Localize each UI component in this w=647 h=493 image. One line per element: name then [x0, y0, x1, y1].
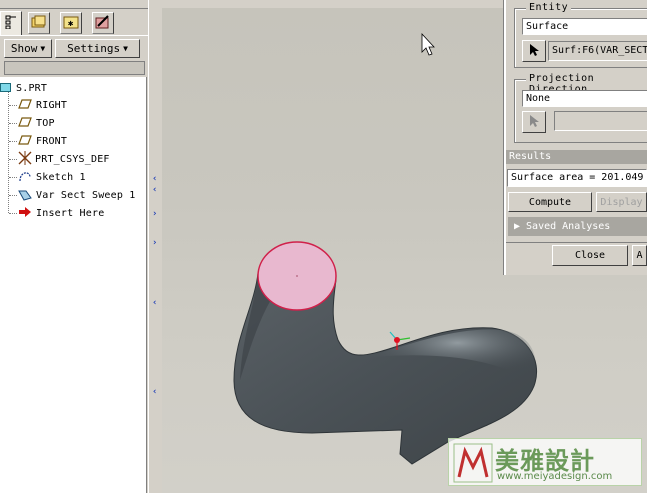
settings-button-label: Settings [67, 42, 121, 55]
watermark-logo: 美雅設計 www.meiyadesign.com [448, 438, 642, 486]
datum-plane-icon [18, 116, 32, 131]
mouse-cursor-icon [421, 32, 435, 56]
tree-item-label: RIGHT [36, 100, 68, 111]
sweep-icon [18, 187, 32, 204]
collapse-left-icon: ‹ [152, 298, 158, 308]
tree-item-label: FRONT [36, 136, 68, 147]
arrow-cursor-icon [528, 114, 540, 131]
saved-analyses-expander[interactable]: ▶ Saved Analyses [508, 217, 647, 236]
display-button[interactable]: Display [596, 192, 647, 212]
select-entity-button[interactable] [522, 40, 546, 62]
tree-branch [9, 123, 17, 124]
datum-plane-icon [18, 134, 32, 149]
watermark-url: www.meiyadesign.com [497, 471, 613, 482]
tree-item-label: Insert Here [36, 208, 105, 219]
tab-row-divider [0, 35, 148, 36]
show-button[interactable]: Show ▼ [4, 39, 52, 58]
tree-filter-bar[interactable] [4, 61, 145, 75]
direction-reference-field[interactable] [554, 111, 647, 131]
tree-item-front[interactable]: FRONT [18, 133, 67, 150]
tree-item-insert-here[interactable]: Insert Here [18, 205, 104, 222]
svg-text:✱: ✱ [68, 19, 74, 29]
tree-branch [9, 195, 17, 196]
insert-arrow-icon [18, 206, 32, 221]
tree-item-label: Sketch 1 [36, 172, 86, 183]
tree-item-label: S.PRT [16, 83, 48, 94]
tree-item-label: TOP [36, 118, 55, 129]
connections-icon [94, 14, 112, 33]
collapse-left-icon: ‹ [152, 185, 158, 195]
entity-group-title: Entity [526, 2, 572, 13]
tab-model-tree[interactable] [0, 11, 22, 35]
selected-surface-cap[interactable] [257, 241, 337, 311]
tree-item-label: PRT_CSYS_DEF [35, 154, 110, 165]
tree-branch [9, 105, 17, 106]
tab-favorites[interactable]: ✱ [60, 12, 82, 34]
tree-item-label: Var Sect Sweep 1 [36, 190, 136, 201]
tree-item-csys[interactable]: PRT_CSYS_DEF [18, 151, 110, 168]
datum-plane-icon [18, 98, 32, 113]
projection-direction-select[interactable]: None [522, 90, 647, 107]
tree-branch [9, 177, 17, 178]
coordinate-system-icon [18, 151, 32, 168]
collapse-left-icon: ‹ [152, 387, 158, 397]
dropdown-arrow-icon: ▼ [123, 44, 128, 53]
settings-button[interactable]: Settings ▼ [55, 39, 140, 58]
result-value-field: Surface area = 201.049 [507, 169, 647, 187]
tree-item-root-part[interactable]: S.PRT [0, 80, 47, 97]
top-toolbar-strip [0, 0, 160, 9]
expand-triangle-icon: ▶ [514, 221, 521, 232]
tree-item-var-sect-sweep-1[interactable]: Var Sect Sweep 1 [18, 187, 136, 204]
tree-branch [9, 159, 17, 160]
tab-connections[interactable] [92, 12, 114, 34]
collapse-left-icon: ‹ [152, 174, 158, 184]
watermark-emblem-icon [453, 443, 493, 483]
model-tree-panel: ✱ Show ▼ Settings ▼ S.PRT RIGHT TOP FRON… [0, 0, 160, 493]
folder-icon [31, 15, 47, 32]
tree-item-sketch-1[interactable]: Sketch 1 [18, 169, 86, 186]
tree-branch [9, 213, 17, 214]
results-header: Results [506, 150, 647, 164]
dialog-divider [506, 242, 647, 243]
sketch-icon [18, 169, 32, 186]
dropdown-arrow-icon: ▼ [40, 44, 46, 53]
entity-reference-field[interactable]: Surf:F6(VAR_SECT [548, 41, 647, 61]
tree-item-right[interactable]: RIGHT [18, 97, 67, 114]
close-button[interactable]: Close [552, 245, 628, 266]
saved-analyses-label: Saved Analyses [526, 221, 611, 232]
arrow-cursor-icon [528, 43, 540, 60]
apply-button[interactable]: A [632, 245, 647, 266]
tree-item-top[interactable]: TOP [18, 115, 55, 132]
model-tree: S.PRT RIGHT TOP FRONT PRT_CSYS_DEF Sketc… [0, 77, 147, 493]
entity-type-select[interactable]: Surface [522, 18, 647, 35]
compute-button[interactable]: Compute [508, 192, 592, 212]
part-icon [0, 81, 12, 96]
show-button-label: Show [10, 42, 38, 55]
expand-right-icon: › [152, 209, 158, 219]
favorites-icon: ✱ [63, 15, 79, 32]
model-tree-icon [4, 15, 18, 32]
tree-branch [9, 141, 17, 142]
tab-folder-browser[interactable] [28, 12, 50, 34]
expand-right-icon: › [152, 238, 158, 248]
panel-splitter[interactable]: ‹ ‹ › › ‹ ‹ [148, 0, 163, 493]
select-direction-button[interactable] [522, 111, 546, 133]
